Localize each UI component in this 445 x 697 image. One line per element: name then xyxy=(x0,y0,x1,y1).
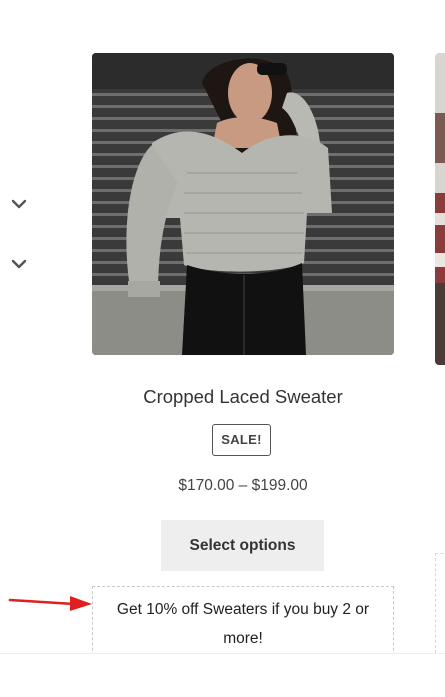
chevron-down-icon[interactable] xyxy=(10,257,28,271)
next-product-promo-box xyxy=(435,553,445,653)
next-product-image[interactable] xyxy=(435,53,445,365)
chevron-down-icon[interactable] xyxy=(10,197,28,211)
product-title[interactable]: Cropped Laced Sweater xyxy=(92,386,394,408)
page-bottom xyxy=(0,653,445,697)
shop-page: Cropped Laced Sweater SALE! $170.00 – $1… xyxy=(0,0,445,697)
product-card: Cropped Laced Sweater SALE! $170.00 – $1… xyxy=(92,53,394,666)
sale-badge: SALE! xyxy=(212,424,271,456)
product-price: $170.00 – $199.00 xyxy=(178,477,308,494)
product-image[interactable] xyxy=(92,53,394,355)
red-arrow-icon xyxy=(8,593,94,613)
select-options-button[interactable]: Select options xyxy=(161,520,324,571)
